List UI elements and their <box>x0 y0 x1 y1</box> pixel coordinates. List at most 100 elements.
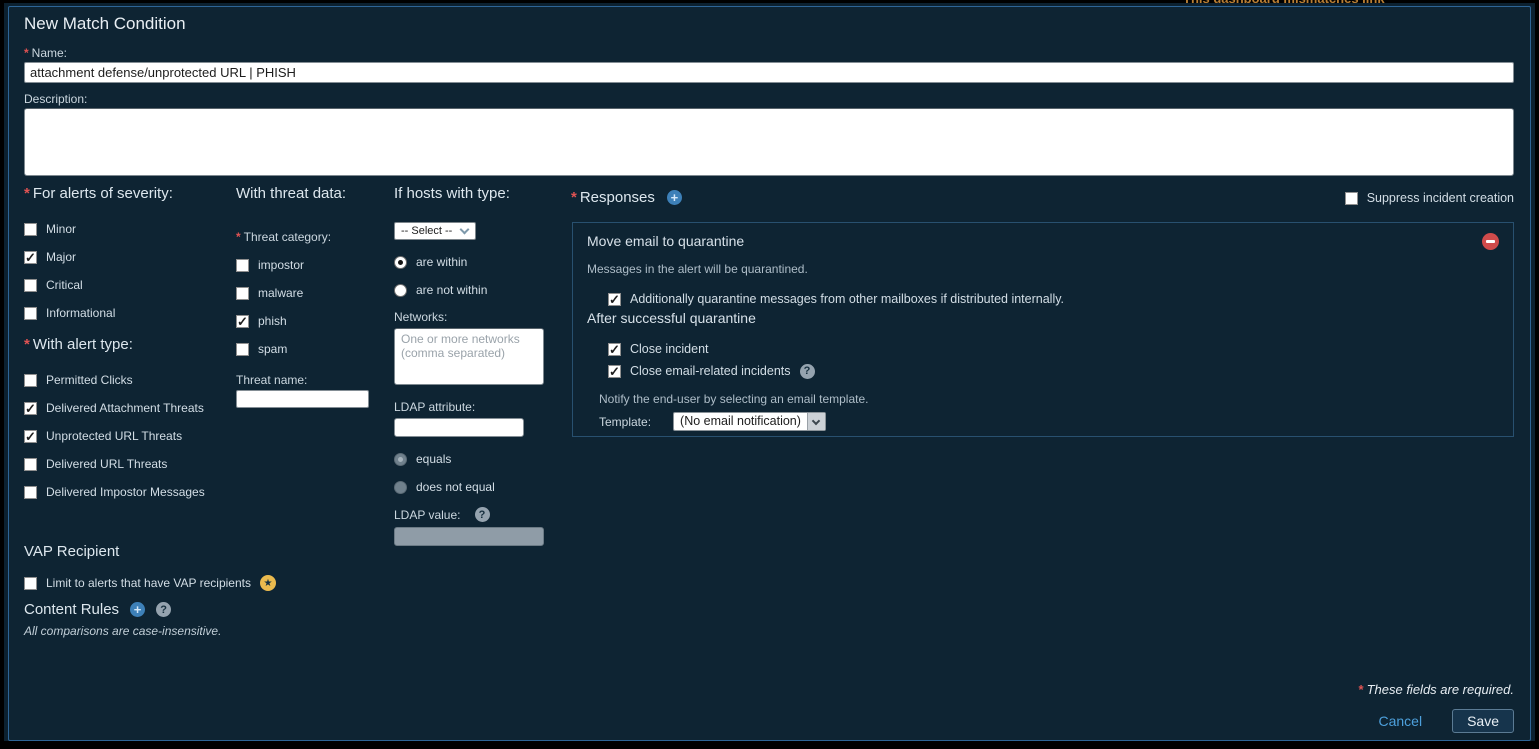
threat-name-label: Threat name: <box>236 373 386 387</box>
minor-checkbox[interactable] <box>24 223 37 236</box>
are-within-radio[interactable] <box>394 256 407 269</box>
chevron-down-icon <box>807 413 825 430</box>
close-email-checkbox[interactable] <box>608 365 621 378</box>
save-button[interactable]: Save <box>1452 709 1514 733</box>
alert-type-row-delivered-attachment: Delivered Attachment Threats <box>24 400 229 416</box>
severity-row-major: Major <box>24 249 229 265</box>
are-not-within-row: are not within <box>394 282 554 298</box>
ldap-equals-radio[interactable] <box>394 453 407 466</box>
content-rules-section: Content Rules + ? All comparisons are ca… <box>24 601 221 638</box>
responses-heading-row: *Responses + <box>571 189 682 206</box>
required-asterisk: * <box>24 185 30 202</box>
screenshot-stage: This dashboard mismatches link New Match… <box>0 0 1539 749</box>
footer-actions: Cancel Save <box>1378 709 1514 733</box>
suppress-incident-checkbox[interactable] <box>1345 192 1358 205</box>
add-content-rule-icon[interactable]: + <box>130 602 145 617</box>
quarantine-title: Move email to quarantine <box>587 233 1499 249</box>
hosts-column: If hosts with type: -- Select -- are wit… <box>394 185 554 546</box>
help-icon[interactable]: ? <box>156 602 171 617</box>
delivered-url-checkbox[interactable] <box>24 458 37 471</box>
ldap-value-input <box>394 527 544 546</box>
close-email-row: Close email-related incidents ? <box>608 363 1513 379</box>
ldap-value-label-row: LDAP value: ? <box>394 507 554 522</box>
name-input[interactable] <box>24 62 1514 83</box>
threat-category-row-impostor: impostor <box>236 257 386 273</box>
vap-section: VAP Recipient Limit to alerts that have … <box>24 543 276 603</box>
critical-checkbox[interactable] <box>24 279 37 292</box>
malware-checkbox[interactable] <box>236 287 249 300</box>
impostor-checkbox[interactable] <box>236 259 249 272</box>
ldap-attribute-input[interactable] <box>394 418 524 437</box>
suppress-incident-row: Suppress incident creation <box>1345 190 1514 206</box>
ldap-equals-row: equals <box>394 451 554 467</box>
name-label: *Name: <box>24 46 67 60</box>
after-quarantine-heading: After successful quarantine <box>587 310 1499 326</box>
description-label: Description: <box>24 92 87 106</box>
description-textarea[interactable] <box>24 108 1514 176</box>
chevron-down-icon <box>460 225 470 235</box>
threat-category-label: *Threat category: <box>236 230 386 244</box>
vap-badge-icon: ★ <box>260 575 276 591</box>
required-asterisk: * <box>1359 682 1364 697</box>
required-fields-note: *These fields are required. <box>1359 682 1514 697</box>
are-not-within-radio[interactable] <box>394 284 407 297</box>
required-asterisk: * <box>24 336 30 353</box>
close-incident-row: Close incident <box>608 341 1513 357</box>
page-title: New Match Condition <box>24 14 186 34</box>
threat-category-row-malware: malware <box>236 285 386 301</box>
required-asterisk: * <box>571 189 577 206</box>
ldap-does-not-equal-radio[interactable] <box>394 481 407 494</box>
threat-data-column: With threat data: *Threat category: impo… <box>236 185 386 408</box>
alert-type-row-delivered-url: Delivered URL Threats <box>24 456 229 472</box>
severity-row-minor: Minor <box>24 221 229 237</box>
ldap-attribute-label: LDAP attribute: <box>394 400 554 414</box>
alert-type-row-unprotected-url: Unprotected URL Threats <box>24 428 229 444</box>
content-rules-note: All comparisons are case-insensitive. <box>24 624 221 638</box>
quarantine-response-card: Move email to quarantine Messages in the… <box>572 222 1514 437</box>
hosts-heading: If hosts with type: <box>394 185 554 202</box>
phish-checkbox[interactable] <box>236 315 249 328</box>
vap-heading: VAP Recipient <box>24 543 276 560</box>
unprotected-url-checkbox[interactable] <box>24 430 37 443</box>
help-icon[interactable]: ? <box>475 507 490 522</box>
severity-column: *For alerts of severity: Minor Major Cri… <box>24 185 229 512</box>
template-label: Template: <box>599 415 651 429</box>
threat-category-row-phish: phish <box>236 313 386 329</box>
required-asterisk: * <box>236 230 241 244</box>
host-type-select[interactable]: -- Select -- <box>394 222 476 240</box>
threat-name-input[interactable] <box>236 390 369 408</box>
alert-type-row-delivered-impostor: Delivered Impostor Messages <box>24 484 229 500</box>
informational-checkbox[interactable] <box>24 307 37 320</box>
required-asterisk: * <box>24 46 29 60</box>
help-icon[interactable]: ? <box>800 364 815 379</box>
alert-type-row-permitted-clicks: Permitted Clicks <box>24 372 229 388</box>
additional-quarantine-checkbox[interactable] <box>608 293 621 306</box>
networks-label: Networks: <box>394 310 554 324</box>
notify-text: Notify the end-user by selecting an emai… <box>599 392 1513 406</box>
major-checkbox[interactable] <box>24 251 37 264</box>
add-response-icon[interactable]: + <box>667 190 682 205</box>
networks-textarea[interactable] <box>394 328 544 385</box>
spam-checkbox[interactable] <box>236 343 249 356</box>
are-within-row: are within <box>394 254 554 270</box>
template-row: Template: (No email notification) <box>599 412 1513 431</box>
vap-limit-row: Limit to alerts that have VAP recipients… <box>24 575 276 591</box>
vap-limit-checkbox[interactable] <box>24 577 37 590</box>
close-incident-checkbox[interactable] <box>608 343 621 356</box>
severity-heading: *For alerts of severity: <box>24 185 229 202</box>
severity-row-critical: Critical <box>24 277 229 293</box>
content-rules-heading-row: Content Rules + ? <box>24 601 221 618</box>
cancel-button[interactable]: Cancel <box>1378 713 1422 729</box>
delivered-impostor-checkbox[interactable] <box>24 486 37 499</box>
severity-row-informational: Informational <box>24 305 229 321</box>
additional-quarantine-row: Additionally quarantine messages from ot… <box>608 291 1513 307</box>
ldap-does-not-equal-row: does not equal <box>394 479 554 495</box>
delivered-attachment-checkbox[interactable] <box>24 402 37 415</box>
threat-data-heading: With threat data: <box>236 185 386 202</box>
remove-response-icon[interactable] <box>1482 233 1499 250</box>
template-select[interactable]: (No email notification) <box>673 412 826 431</box>
permitted-clicks-checkbox[interactable] <box>24 374 37 387</box>
threat-category-row-spam: spam <box>236 341 386 357</box>
quarantine-description: Messages in the alert will be quarantine… <box>587 262 1499 276</box>
alert-type-heading: *With alert type: <box>24 336 229 353</box>
